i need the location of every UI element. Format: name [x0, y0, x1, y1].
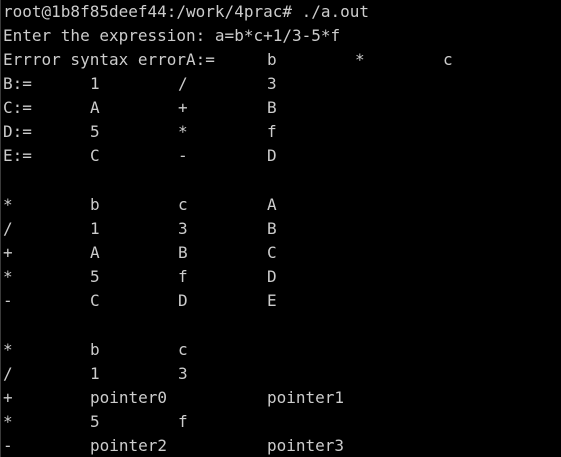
row-cell: 1 — [90, 364, 100, 383]
row-cell: E — [267, 291, 277, 310]
row-cell: B:= — [3, 74, 32, 93]
row-cell: A — [90, 243, 100, 262]
row-cell: C — [267, 243, 277, 262]
row-cell: B — [267, 219, 277, 238]
terminal-window[interactable]: root@1b8f85deef44:/work/4prac# ./a.out E… — [0, 0, 561, 457]
row-cell: - — [178, 146, 188, 165]
row-cell: A — [267, 195, 277, 214]
row-cell: D:= — [3, 122, 32, 141]
row-cell: B — [178, 243, 188, 262]
row-cell: b — [90, 195, 100, 214]
pointer-row: + pointer0 pointer1 — [3, 386, 558, 410]
quadruple-row: * b c A — [3, 193, 558, 217]
row-cell: / — [3, 219, 13, 238]
quadruple-row: + A B C — [3, 241, 558, 265]
row-cell: D — [267, 267, 277, 286]
row-cell: 5 — [90, 412, 100, 431]
row-cell: * — [3, 267, 13, 286]
row-cell: D — [267, 146, 277, 165]
row-cell: c — [178, 340, 188, 359]
pointer-row: * b c — [3, 338, 558, 362]
expression-input-line: Enter the expression: a=b*c+1/3-5*f — [3, 26, 341, 45]
row-cell: 1 — [90, 74, 100, 93]
row-cell: pointer0 — [90, 388, 168, 407]
quadruple-row: * 5 f D — [3, 265, 558, 289]
row-cell: * — [178, 122, 188, 141]
row-cell: C — [90, 146, 100, 165]
row-cell: / — [3, 364, 13, 383]
row-cell: E:= — [3, 146, 32, 165]
row-cell: + — [178, 98, 188, 117]
row-cell: * — [3, 340, 13, 359]
pointer-row: - pointer2 pointer3 — [3, 434, 558, 457]
row-cell: + — [3, 243, 13, 262]
row-cell: - — [3, 291, 13, 310]
assignment-row: E:= C - D — [3, 144, 558, 168]
pointer-row: / 1 3 — [3, 362, 558, 386]
quadruple-row: - C D E — [3, 289, 558, 313]
row-cell: + — [3, 388, 13, 407]
row-cell: / — [178, 74, 188, 93]
assignment-row: C:= A + B — [3, 96, 558, 120]
row-cell: * — [3, 412, 13, 431]
row-cell: * — [3, 195, 13, 214]
row-cell: C:= — [3, 98, 32, 117]
row-cell: 1 — [90, 219, 100, 238]
error-message: Errror syntax errorA:= — [3, 50, 215, 69]
row-cell: A — [90, 98, 100, 117]
row-cell: C — [90, 291, 100, 310]
row-cell: pointer2 — [90, 436, 168, 455]
row-cell: c — [178, 195, 188, 214]
command-prompt-line: root@1b8f85deef44:/work/4prac# ./a.out — [3, 2, 370, 21]
error-operand-left: b — [267, 50, 277, 69]
syntax-error-line: Errror syntax errorA:= b * c — [3, 48, 558, 72]
row-cell: 3 — [178, 364, 188, 383]
row-cell: 5 — [90, 122, 100, 141]
row-cell: 3 — [267, 74, 277, 93]
row-cell: pointer1 — [267, 388, 345, 407]
assignment-row: B:= 1 / 3 — [3, 72, 558, 96]
row-cell: pointer3 — [267, 436, 345, 455]
row-cell: - — [3, 436, 13, 455]
pointer-row: * 5 f — [3, 410, 558, 434]
error-operand-right: c — [443, 50, 453, 69]
assignment-row: D:= 5 * f — [3, 120, 558, 144]
row-cell: f — [178, 412, 188, 431]
row-cell: 5 — [90, 267, 100, 286]
quadruple-row: / 1 3 B — [3, 217, 558, 241]
row-cell: 3 — [178, 219, 188, 238]
row-cell: f — [267, 122, 277, 141]
row-cell: b — [90, 340, 100, 359]
error-operator: * — [355, 50, 365, 69]
row-cell: D — [178, 291, 188, 310]
row-cell: B — [267, 98, 277, 117]
row-cell: f — [178, 267, 188, 286]
